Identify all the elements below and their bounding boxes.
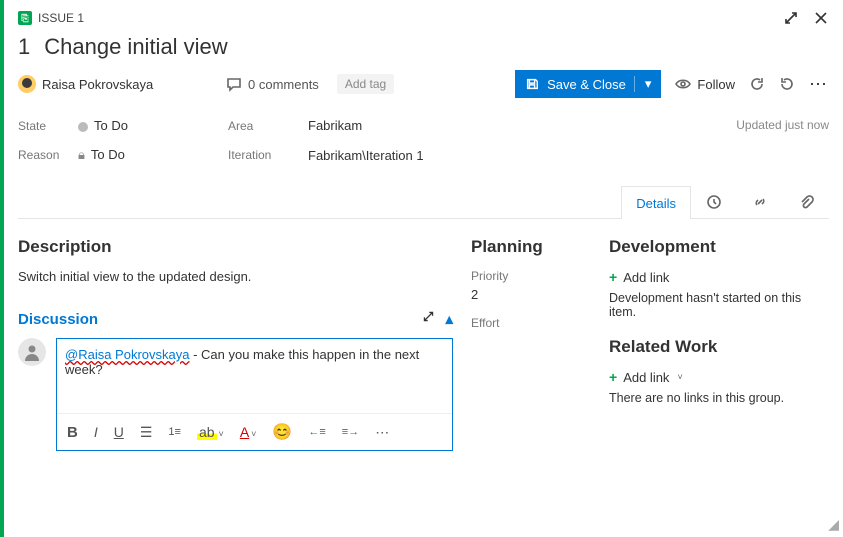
person-icon [22,342,42,362]
bold-button[interactable]: B [67,424,78,441]
bulleted-list-button[interactable]: ☰ [140,424,153,441]
work-item-id: 1 [18,34,30,60]
iteration-picker[interactable]: Fabrikam\Iteration 1 [308,148,508,163]
save-and-close-button[interactable]: Save & Close ▾ [515,70,661,98]
comment-icon [226,76,242,92]
plus-icon: + [609,269,617,285]
related-helper: There are no links in this group. [609,391,829,405]
italic-button[interactable]: I [94,424,98,440]
plus-icon: + [609,369,617,385]
follow-label: Follow [697,77,735,92]
issue-label: ISSUE 1 [38,11,84,25]
highlight-button[interactable]: ab˅ [197,424,224,440]
description-body[interactable]: Switch initial view to the updated desig… [18,269,453,284]
iteration-label: Iteration [228,148,308,162]
emoji-button[interactable]: 😊 [272,422,292,442]
state-dot-icon [78,122,88,132]
effort-label: Effort [471,316,591,330]
development-helper: Development hasn't started on this item. [609,291,829,319]
assignee-picker[interactable]: Raisa Pokrovskaya [18,75,208,93]
underline-button[interactable]: U [114,424,124,440]
state-picker[interactable]: To Do [78,118,228,133]
lock-icon: 🔒︎ [78,147,85,162]
comments-button[interactable]: 0 comments [226,76,319,92]
save-label: Save & Close [547,77,626,92]
eye-icon [675,76,691,92]
tab-history[interactable] [691,185,737,218]
priority-label: Priority [471,269,591,283]
tab-links[interactable] [737,185,783,218]
issue-type-badge: ⎘ ISSUE 1 [18,11,84,25]
related-add-link[interactable]: +Add link ˅ [609,369,829,385]
discussion-collapse-icon[interactable]: ▴ [445,310,453,328]
comments-count: 0 comments [248,77,319,92]
chevron-down-icon: ˅ [677,372,682,382]
development-heading: Development [609,237,829,257]
avatar-icon [18,75,36,93]
description-heading: Description [18,237,453,257]
save-icon [525,77,539,91]
comment-mention[interactable]: @Raisa Pokrovskaya [65,347,189,362]
area-picker[interactable]: Fabrikam [308,118,508,133]
state-label: State [18,119,78,133]
link-icon [752,194,768,210]
tab-attachments[interactable] [783,185,829,218]
discussion-expand-icon[interactable] [422,310,435,323]
reason-label: Reason [18,148,78,162]
add-tag-button[interactable]: Add tag [337,74,394,94]
comment-text-area[interactable]: @Raisa Pokrovskaya - Can you make this h… [57,339,452,413]
assignee-name: Raisa Pokrovskaya [42,77,153,92]
priority-value[interactable]: 2 [471,287,591,302]
editor-toolbar: B I U ☰ 1≡ ab˅ A˅ 😊 ←≡ ≡→ ⋯ [57,413,452,450]
reason-picker[interactable]: 🔒︎To Do [78,147,228,163]
tab-details[interactable]: Details [621,186,691,219]
font-color-button[interactable]: A˅ [240,424,257,440]
numbered-list-button[interactable]: 1≡ [168,426,181,438]
outdent-button[interactable]: ←≡ [308,426,325,438]
updated-timestamp: Updated just now [736,118,829,163]
discussion-heading: Discussion [18,311,98,328]
attachment-icon [798,194,814,210]
refresh-icon[interactable] [749,76,765,92]
development-add-link[interactable]: +Add link [609,269,829,285]
more-actions-button[interactable]: ⋯ [809,74,829,95]
issue-icon: ⎘ [18,11,32,25]
comment-editor[interactable]: @Raisa Pokrovskaya - Can you make this h… [56,338,453,451]
undo-icon[interactable] [779,76,795,92]
follow-button[interactable]: Follow [675,76,735,92]
expand-icon[interactable] [783,10,799,26]
history-icon [706,194,722,210]
planning-heading: Planning [471,237,591,257]
resize-grip-icon[interactable]: ◢ [828,516,839,533]
close-icon[interactable] [813,10,829,26]
save-dropdown-caret[interactable]: ▾ [634,76,652,92]
toolbar-more-button[interactable]: ⋯ [375,424,389,441]
accent-bar [0,0,4,537]
indent-button[interactable]: ≡→ [342,426,359,438]
work-item-title[interactable]: Change initial view [44,34,227,60]
related-work-heading: Related Work [609,337,829,357]
comment-avatar [18,338,46,366]
area-label: Area [228,119,308,133]
